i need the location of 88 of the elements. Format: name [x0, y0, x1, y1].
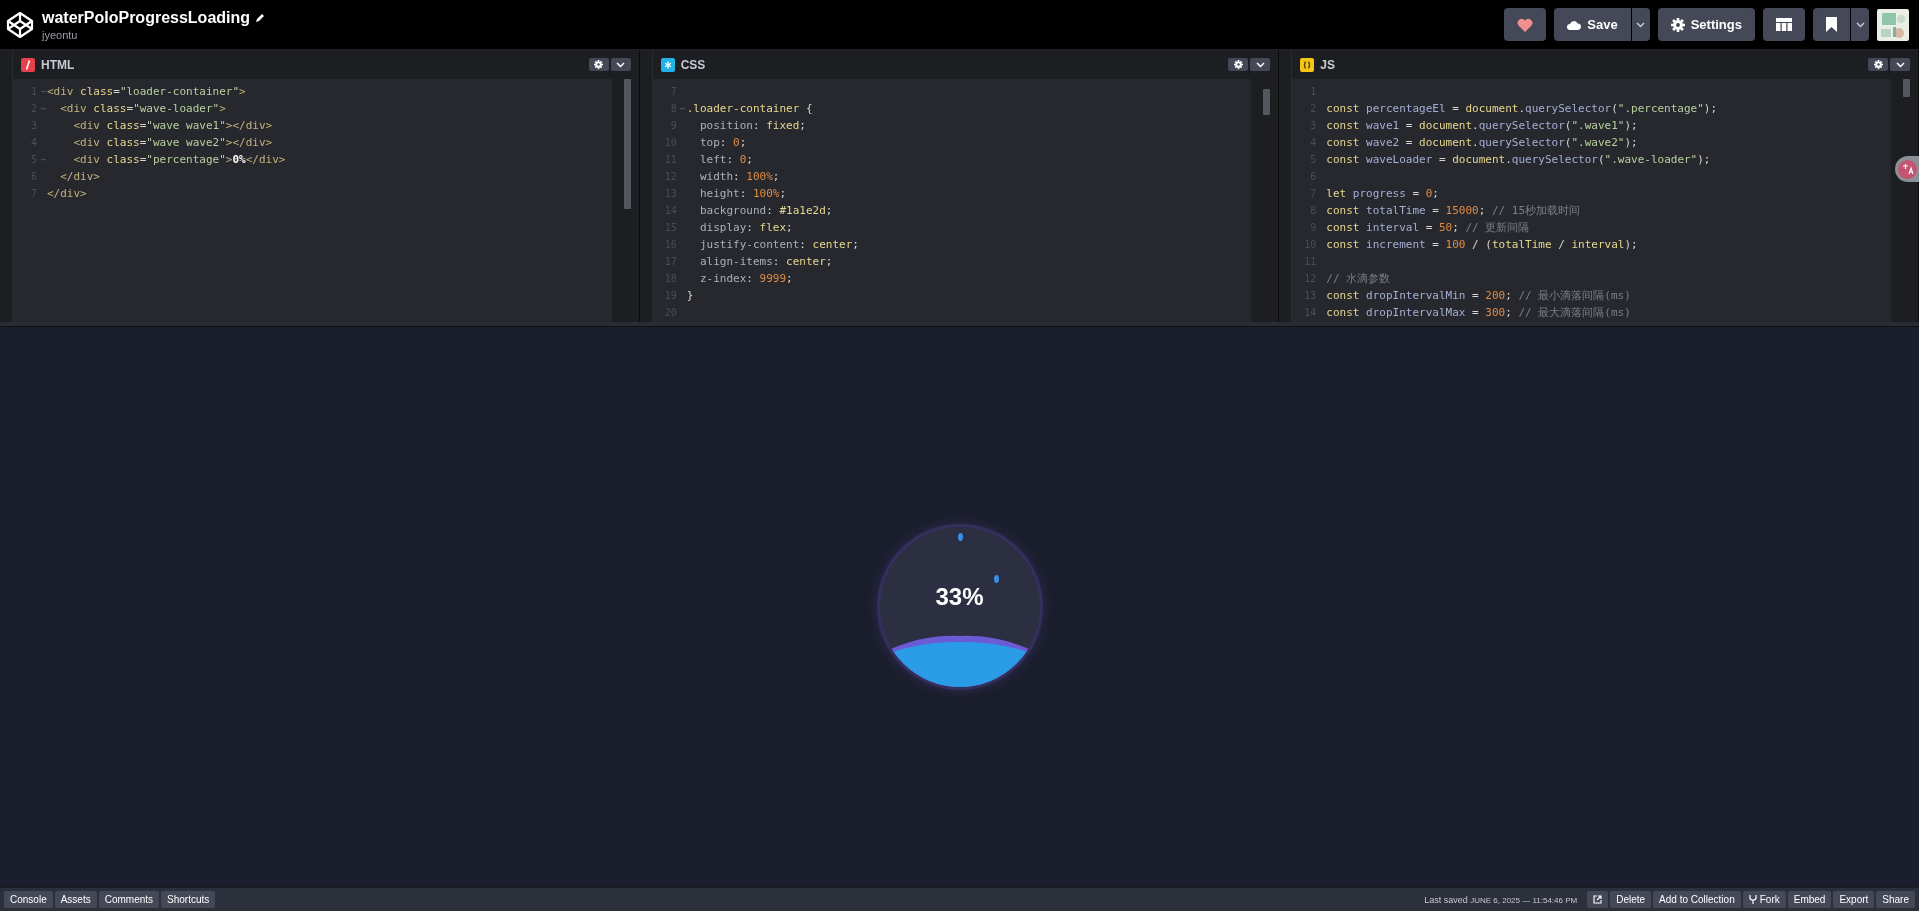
heart-icon	[1517, 17, 1534, 32]
translate-icon[interactable]	[1898, 159, 1917, 179]
gear-icon	[1670, 17, 1685, 32]
scrollbar[interactable]	[1263, 89, 1271, 115]
open-button[interactable]	[1587, 891, 1609, 908]
scrollbar[interactable]	[1903, 79, 1910, 97]
pencil-icon[interactable]	[255, 12, 266, 23]
footer-button[interactable]: Assets	[54, 891, 97, 908]
bookmark-button[interactable]	[1813, 8, 1850, 41]
footer-button[interactable]: Comments	[98, 891, 160, 908]
gear-icon	[594, 60, 604, 69]
code-line: const percentageEl = document.querySelector(".percentage");	[1326, 102, 1718, 115]
dropdown-button[interactable]	[1250, 58, 1271, 71]
code-line: top: 0;	[698, 136, 747, 149]
code-line: const increment = 100 / (totalTime / interval);	[1326, 238, 1638, 251]
cloud-icon	[1567, 19, 1582, 30]
code-line: </div>	[59, 170, 100, 183]
footer-button[interactable]: Shortcuts	[161, 891, 216, 908]
last-saved-text: Last saved JUNE 6, 2025 — 11:54:46 PM	[1424, 894, 1578, 905]
caret-icon	[1855, 21, 1865, 28]
external-link-icon	[1593, 895, 1603, 904]
layout-icon	[1776, 18, 1792, 31]
layout-button[interactable]	[1763, 8, 1805, 41]
save-menu-button[interactable]	[1631, 8, 1650, 41]
code-line: // 水滴参数	[1326, 271, 1391, 286]
gear-icon	[1873, 60, 1883, 69]
fork-button[interactable]: Fork	[1742, 891, 1786, 908]
dropdown-button[interactable]	[1890, 58, 1910, 71]
language-icon	[1300, 57, 1315, 72]
caret-icon	[1255, 61, 1265, 68]
resize-handle[interactable]	[0, 50, 13, 322]
settings-button[interactable]	[588, 58, 609, 71]
bookmark-icon	[1826, 17, 1837, 32]
logo-icon[interactable]	[6, 10, 34, 39]
code-line: const dropIntervalMin = 200; // 最小滴落间隔(ms)	[1326, 288, 1631, 303]
code-line: <div class="percentage">0%</div>	[72, 153, 286, 166]
water-drop	[993, 575, 999, 583]
water-drop	[957, 533, 963, 541]
code-line: <div class="wave-loader">	[59, 102, 226, 115]
footer-button[interactable]: Export	[1833, 891, 1875, 908]
save-button[interactable]: Save	[1554, 8, 1631, 41]
settings-button[interactable]: Settings	[1657, 8, 1755, 41]
editor-title: CSS	[680, 57, 707, 72]
code-line: z-index: 9999;	[698, 272, 793, 285]
code-line: }	[686, 289, 694, 302]
settings-button[interactable]	[1228, 58, 1249, 71]
code-line: const wave2 = document.querySelector(".wave2");	[1326, 136, 1638, 149]
settings-button[interactable]	[1868, 58, 1888, 71]
code-line: <div class="wave wave2"></div>	[72, 136, 273, 149]
language-icon	[21, 57, 35, 72]
footer-button[interactable]: Console	[4, 891, 53, 908]
fork-icon	[1748, 895, 1757, 904]
code-line: const dropIntervalMax = 300; // 最大滴落间隔(ms)	[1326, 305, 1631, 320]
code-line: <div class="wave wave1"></div>	[72, 119, 273, 132]
code-line: let progress = 0;	[1326, 187, 1439, 200]
resize-handle[interactable]	[1279, 50, 1293, 322]
scrollbar[interactable]	[623, 79, 631, 209]
caret-icon	[1895, 61, 1905, 68]
code-line: height: 100%;	[698, 187, 787, 200]
code-line: display: flex;	[698, 221, 793, 234]
caret-icon	[616, 61, 626, 68]
code-line: <div class="loader-container">	[47, 85, 246, 98]
code-line: const wave1 = document.querySelector(".wave1");	[1326, 119, 1638, 132]
footer-button[interactable]: Embed	[1787, 891, 1832, 908]
percentage-text: 33%	[935, 583, 984, 611]
pen-title: waterPoloProgressLoading	[42, 8, 251, 27]
footer-button[interactable]: Share	[1876, 891, 1915, 908]
dropdown-button[interactable]	[610, 58, 631, 71]
footer-button[interactable]: Add to Collection	[1653, 891, 1741, 908]
code-line: align-items: center;	[698, 255, 833, 268]
code-line: </div>	[47, 187, 87, 200]
code-line: width: 100%;	[698, 170, 780, 183]
editor-title: JS	[1320, 57, 1337, 72]
love-button[interactable]	[1504, 8, 1547, 41]
code-line: .loader-container {	[686, 102, 813, 115]
caret-icon	[1636, 21, 1646, 28]
code-line: left: 0;	[698, 153, 753, 166]
code-line: const totalTime = 15000; // 15秒加载时间	[1326, 203, 1581, 218]
gear-icon	[1233, 60, 1243, 69]
code-line: justify-content: center;	[698, 238, 859, 251]
language-icon	[660, 57, 675, 72]
code-line: const waveLoader = document.querySelector(".wave-loader");	[1326, 153, 1711, 166]
author-name[interactable]: jyeontu	[42, 28, 1497, 41]
editor-title: HTML	[41, 57, 76, 72]
footer-button[interactable]: Delete	[1610, 891, 1652, 908]
code-line: position: fixed;	[698, 119, 806, 132]
code-line: const interval = 50; // 更新间隔	[1326, 220, 1530, 235]
code-line: background: #1a1e2d;	[698, 204, 833, 217]
